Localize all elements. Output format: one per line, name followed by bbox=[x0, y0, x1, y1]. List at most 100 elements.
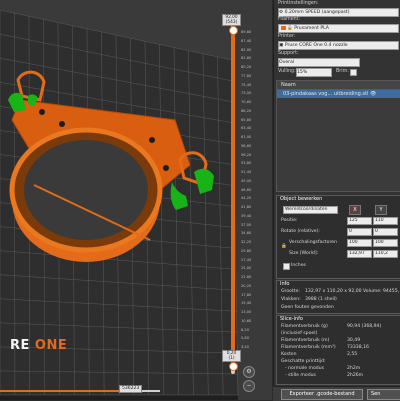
info-facets-label: Vlakken: bbox=[281, 297, 301, 302]
print-settings-combo[interactable]: ⚙ 0.20mm SPEED (aangepast) bbox=[278, 8, 399, 17]
printer-icon: ▣ bbox=[279, 43, 283, 48]
layer-tick-label: 56,20 bbox=[241, 153, 251, 157]
layer-tick-label: 10,60 bbox=[241, 319, 251, 323]
support-label: Support: bbox=[278, 51, 299, 56]
filament-combo[interactable]: 🔒 Prusament PLA bbox=[278, 24, 399, 33]
info-size-value: 132,97 x 110,20 x 92,00 bbox=[305, 289, 362, 294]
slice-info-label: (inclusief spoel) bbox=[281, 331, 317, 336]
layer-tick-label: 39,40 bbox=[241, 214, 251, 218]
layer-slider[interactable] bbox=[226, 14, 240, 374]
layer-tick-label: 77,80 bbox=[241, 74, 251, 78]
layer-tick-label: 15,40 bbox=[241, 301, 251, 305]
layer-tick-label: 87,40 bbox=[241, 39, 251, 43]
filament-color-swatch bbox=[281, 26, 286, 30]
layer-tick-label: 51,40 bbox=[241, 170, 251, 174]
size-y-field[interactable]: 110,2 bbox=[373, 250, 398, 258]
layer-tick-label: 53,80 bbox=[241, 161, 251, 165]
scale-label: Verschalingsfactoren bbox=[289, 240, 337, 245]
slice-info-value: 2h2m bbox=[347, 366, 360, 371]
object-list-header: Naam bbox=[277, 81, 400, 90]
layer-tick-label: 41,80 bbox=[241, 205, 251, 209]
layer-tick-label: 17,80 bbox=[241, 293, 251, 297]
print-settings-label: Printinstellingen: bbox=[278, 1, 318, 6]
info-title: Info bbox=[277, 281, 400, 288]
layer-tick-label: 49,00 bbox=[241, 179, 251, 183]
slice-info-title: Slice-info bbox=[277, 316, 400, 323]
info-section: Info Grootte: 132,97 x 110,20 x 92,00 Vo… bbox=[276, 280, 400, 314]
printer-label: Printer: bbox=[278, 34, 296, 39]
printer-combo[interactable]: ▣ Pruse CORE One 0.4 nozzle bbox=[278, 41, 399, 50]
slice-info-section: Slice-info Filamentverbruik (g)90,94 (36… bbox=[276, 315, 400, 385]
printer-logo: RE ONE bbox=[10, 338, 67, 353]
info-facets-value: 3988 (1 shell) bbox=[305, 297, 337, 302]
inches-checkbox[interactable] bbox=[283, 263, 290, 270]
cog-icon[interactable]: ⚙ bbox=[243, 366, 255, 378]
layer-tick-label: 65,80 bbox=[241, 118, 251, 122]
infill-label: Vulling: bbox=[278, 69, 296, 74]
layer-tick-label: 20,20 bbox=[241, 284, 251, 288]
size-x-field[interactable]: 132,97 bbox=[347, 250, 372, 258]
layer-tick-label: 22,60 bbox=[241, 275, 251, 279]
layer-tick-label: 89,80 bbox=[241, 30, 251, 34]
layer-tick-label: 68,20 bbox=[241, 109, 251, 113]
3d-viewport[interactable]: RE ONE 92,00(543) 0,20(1) 89,8087,4085,0… bbox=[0, 0, 272, 400]
position-x-field[interactable]: 125 bbox=[347, 217, 372, 225]
layer-slider-range bbox=[231, 28, 235, 368]
object-manip-title: Object bewerken bbox=[277, 196, 400, 203]
eye-icon: 👁 bbox=[370, 91, 376, 97]
inches-label: Inches bbox=[291, 263, 306, 268]
layer-tick-label: 34,60 bbox=[241, 231, 251, 235]
slice-info-label: - normale modus bbox=[285, 366, 324, 371]
layer-tick-label: 46,60 bbox=[241, 188, 251, 192]
layer-tick-label: 3,40 bbox=[241, 345, 249, 349]
scale-y-field[interactable]: 100 bbox=[373, 239, 398, 247]
layer-tick-label: 44,20 bbox=[241, 196, 251, 200]
info-volume-value: 94455, bbox=[383, 289, 399, 294]
scale-lock-icon[interactable]: 🔒 bbox=[281, 244, 287, 249]
layer-tick-label: 13,00 bbox=[241, 310, 251, 314]
layer-tick-label: 58,60 bbox=[241, 144, 251, 148]
filament-label: Filament: bbox=[278, 17, 300, 22]
rotate-y-field[interactable]: 0 bbox=[373, 228, 398, 236]
layer-slider-bottom-thumb[interactable] bbox=[229, 362, 238, 371]
object-list[interactable]: Naam 03-pindakaas vog... uitbreiding.stl… bbox=[276, 80, 400, 192]
lock-icon: 🔒 bbox=[287, 26, 293, 31]
export-gcode-button[interactable]: Exporteer .gcode-bestand bbox=[281, 389, 363, 400]
object-list-row[interactable]: 03-pindakaas vog... uitbreiding.stl 👁 bbox=[277, 90, 400, 98]
layer-tick-label: 25,00 bbox=[241, 266, 251, 270]
support-combo[interactable]: Overal bbox=[278, 58, 360, 67]
gcode-move-label: 536223 bbox=[119, 385, 142, 393]
rotate-label: Rotate (relative): bbox=[281, 229, 320, 234]
layer-tick-label: 5,80 bbox=[241, 336, 249, 340]
slice-info-value: 73338,16 bbox=[347, 345, 369, 350]
coord-mode-combo[interactable]: Wereldcoördinaten bbox=[283, 206, 338, 214]
layer-tick-label: 8,20 bbox=[241, 328, 249, 332]
slice-info-label: - stille modus bbox=[285, 373, 316, 378]
layer-tick-label: 73,00 bbox=[241, 91, 251, 95]
infill-combo[interactable]: 15% bbox=[296, 68, 332, 77]
layer-top-label: 92,00(543) bbox=[222, 14, 241, 26]
send-button[interactable]: Sen bbox=[367, 389, 400, 400]
layer-tick-label: 29,80 bbox=[241, 249, 251, 253]
layer-tick-label: 82,60 bbox=[241, 56, 251, 60]
brim-checkbox[interactable] bbox=[350, 69, 357, 76]
axis-y-label: Y bbox=[375, 205, 387, 215]
layer-tick-label: 80,20 bbox=[241, 65, 251, 69]
info-errors: Geen fouten gevonden bbox=[281, 305, 334, 310]
slice-info-label: Filamentverbruik (g) bbox=[281, 324, 328, 329]
slice-info-label: Geschatte printtijd: bbox=[281, 359, 326, 364]
position-y-field[interactable]: 110 bbox=[373, 217, 398, 225]
layer-tick-label: 75,40 bbox=[241, 83, 251, 87]
slice-info-label: Filamentverbruik (m) bbox=[281, 338, 329, 343]
brim-label: Brim: bbox=[336, 69, 349, 74]
rotate-x-field[interactable]: 0 bbox=[347, 228, 372, 236]
slice-info-label: Kosten bbox=[281, 352, 297, 357]
bottom-button-bar: Exporteer .gcode-bestand Sen bbox=[273, 386, 400, 401]
axis-x-label: X bbox=[349, 205, 361, 215]
position-label: Positie: bbox=[281, 218, 298, 223]
size-label: Size [World]: bbox=[289, 251, 318, 256]
scale-x-field[interactable]: 100 bbox=[347, 239, 372, 247]
layer-slider-top-thumb[interactable] bbox=[229, 26, 238, 35]
layer-minus-icon[interactable]: − bbox=[243, 380, 255, 392]
layer-tick-label: 70,60 bbox=[241, 100, 251, 104]
